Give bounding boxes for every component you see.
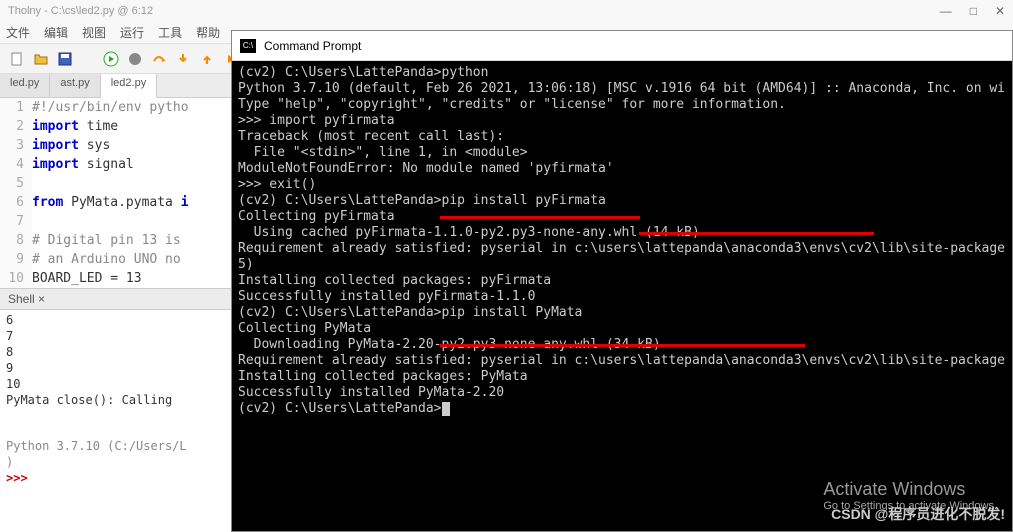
save-file-icon[interactable] xyxy=(56,50,74,68)
cmd-icon: C:\ xyxy=(240,39,256,53)
title-bar: Tholny - C:\cs\led2.py @ 6:12 — □ ✕ xyxy=(0,0,1013,22)
open-file-icon[interactable] xyxy=(32,50,50,68)
step-out-icon[interactable] xyxy=(198,50,216,68)
shell-line: 8 xyxy=(6,344,225,360)
window-controls: — □ ✕ xyxy=(940,4,1005,18)
shell-output: PyMata close(): Calling xyxy=(6,392,225,408)
close-icon[interactable]: ✕ xyxy=(995,4,1005,18)
step-into-icon[interactable] xyxy=(174,50,192,68)
shell-line: 10 xyxy=(6,376,225,392)
editor-panel: led.py ast.py led2.py 1#!/usr/bin/env py… xyxy=(0,74,231,532)
shell-status: Python 3.7.10 (C:/Users/L xyxy=(6,438,225,454)
shell-header[interactable]: Shell × xyxy=(0,288,231,310)
shell-status2: ) xyxy=(6,454,225,470)
tab-led[interactable]: led.py xyxy=(0,74,50,97)
code-editor[interactable]: 1#!/usr/bin/env pytho2import time3import… xyxy=(0,98,231,288)
shell-line: 7 xyxy=(6,328,225,344)
annotation-underline xyxy=(440,216,640,219)
menu-tools[interactable]: 工具 xyxy=(158,24,182,41)
new-file-icon[interactable] xyxy=(8,50,26,68)
minimize-icon[interactable]: — xyxy=(940,4,952,18)
tab-led2[interactable]: led2.py xyxy=(101,74,157,98)
shell-line: 6 xyxy=(6,312,225,328)
command-prompt-window: C:\ Command Prompt (cv2) C:\Users\LatteP… xyxy=(231,30,1013,532)
debug-icon[interactable] xyxy=(126,50,144,68)
run-icon[interactable] xyxy=(102,50,120,68)
menu-edit[interactable]: 编辑 xyxy=(44,24,68,41)
maximize-icon[interactable]: □ xyxy=(970,4,977,18)
tab-ast[interactable]: ast.py xyxy=(50,74,100,97)
editor-tabs: led.py ast.py led2.py xyxy=(0,74,231,98)
menu-help[interactable]: 帮助 xyxy=(196,24,220,41)
menu-run[interactable]: 运行 xyxy=(120,24,144,41)
cmd-title: Command Prompt xyxy=(264,39,361,53)
cmd-titlebar[interactable]: C:\ Command Prompt xyxy=(232,31,1012,61)
annotation-underline xyxy=(440,344,805,347)
menu-file[interactable]: 文件 xyxy=(6,24,30,41)
annotation-underline xyxy=(639,232,874,235)
menu-view[interactable]: 视图 xyxy=(82,24,106,41)
shell-line: 9 xyxy=(6,360,225,376)
window-title: Tholny - C:\cs\led2.py @ 6:12 xyxy=(8,5,153,17)
shell-panel[interactable]: 6 7 8 9 10 PyMata close(): Calling Pytho… xyxy=(0,310,231,532)
step-over-icon[interactable] xyxy=(150,50,168,68)
shell-prompt: >>> xyxy=(6,470,225,486)
cmd-body[interactable]: (cv2) C:\Users\LattePanda>pythonPython 3… xyxy=(232,61,1012,531)
